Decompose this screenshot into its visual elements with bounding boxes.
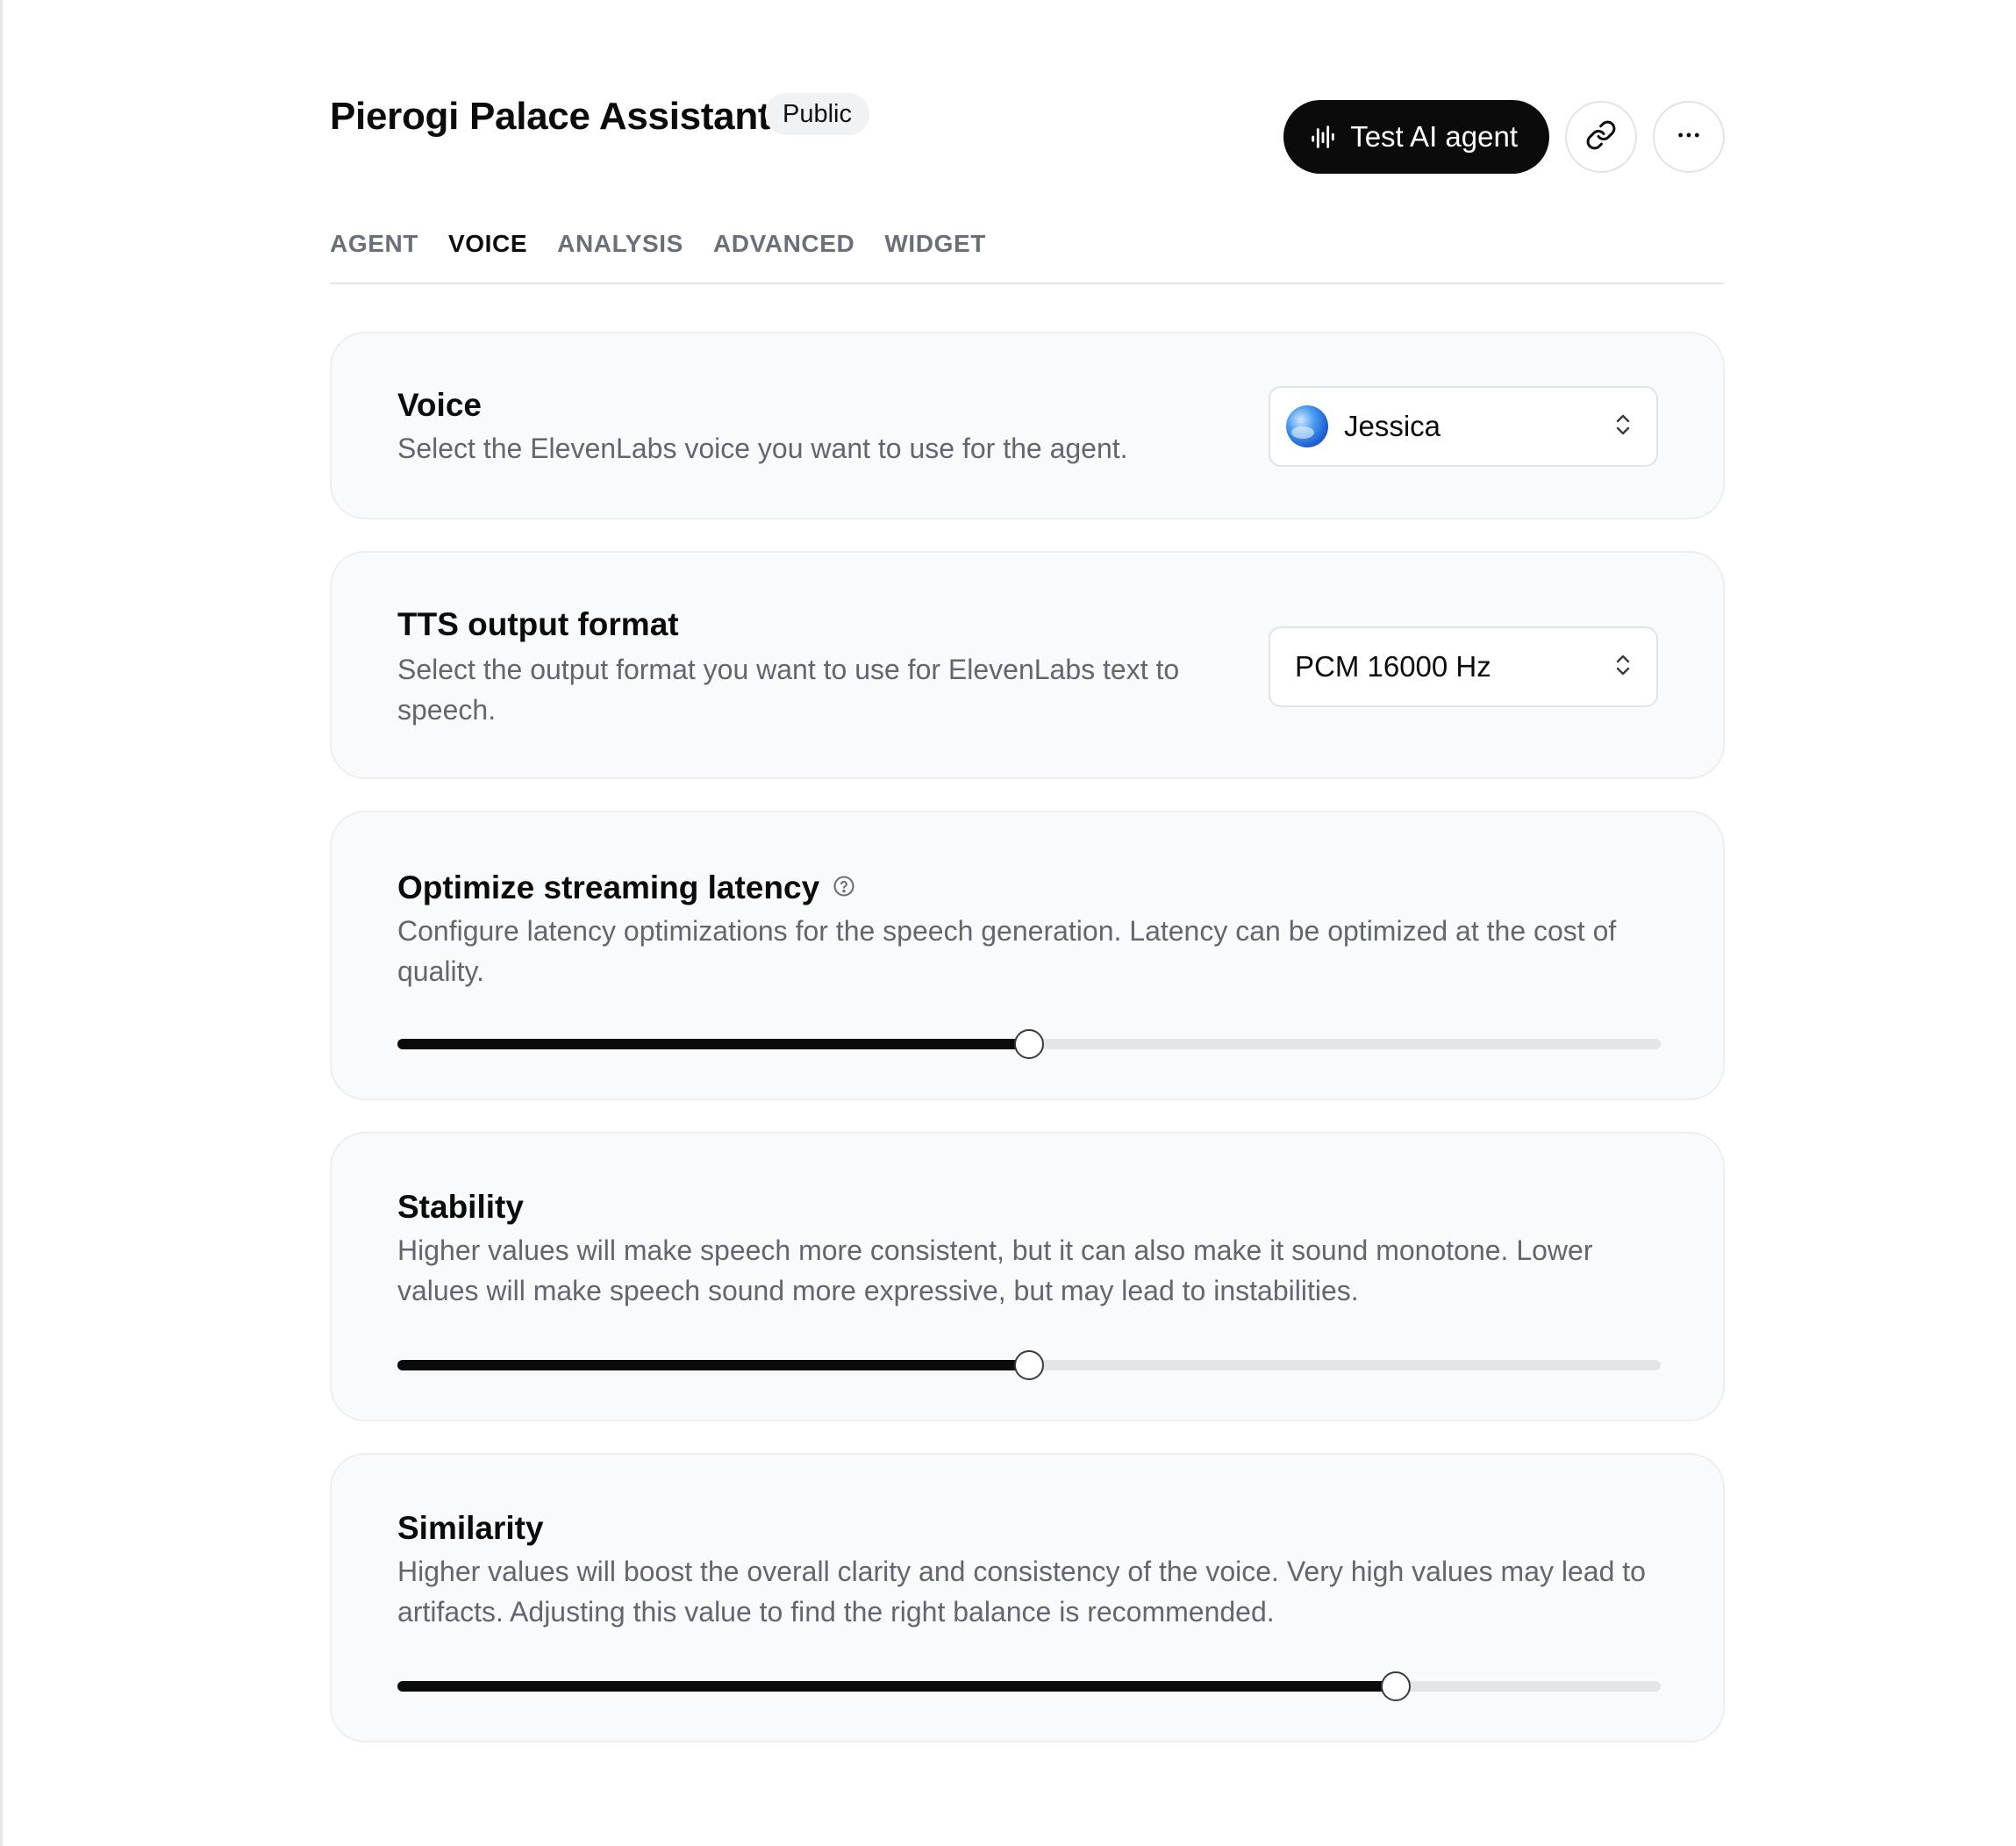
tts-title-text: TTS output format (397, 606, 679, 642)
stability-slider-thumb[interactable] (1014, 1350, 1044, 1380)
similarity-slider-fill (397, 1681, 1396, 1692)
more-icon (1675, 121, 1703, 154)
page-header: Pierogi Palace Assistant Public Test AI … (330, 88, 1725, 175)
similarity-slider-thumb[interactable] (1380, 1671, 1411, 1701)
latency-title: Optimize streaming latency (397, 867, 856, 909)
test-ai-agent-button[interactable]: Test AI agent (1283, 100, 1549, 174)
similarity-slider[interactable] (397, 1671, 1661, 1701)
tab-voice[interactable]: VOICE (448, 226, 527, 283)
tts-format-select[interactable]: PCM 16000 Hz (1269, 626, 1658, 707)
waveform-icon (1308, 122, 1338, 152)
tab-advanced[interactable]: ADVANCED (713, 226, 854, 283)
voice-card: Voice Select the ElevenLabs voice you wa… (330, 332, 1725, 519)
stability-card: Stability Higher values will make speech… (330, 1132, 1725, 1421)
similarity-description: Higher values will boost the overall cla… (397, 1556, 1646, 1628)
stability-title-text: Stability (397, 1189, 524, 1225)
tts-select-value: PCM 16000 Hz (1295, 650, 1491, 683)
latency-description: Configure latency optimizations for the … (397, 915, 1617, 987)
voice-avatar (1286, 405, 1328, 447)
voice-description: Select the ElevenLabs voice you want to … (397, 433, 1128, 464)
visibility-badge: Public (765, 93, 869, 135)
stability-slider[interactable] (397, 1350, 1661, 1380)
latency-card: Optimize streaming latency Configure lat… (330, 811, 1725, 1100)
stability-title: Stability (397, 1186, 524, 1228)
stability-slider-fill (397, 1360, 1029, 1370)
test-ai-agent-label: Test AI agent (1350, 120, 1518, 153)
voice-select-value: Jessica (1344, 410, 1441, 442)
copy-link-button[interactable] (1565, 101, 1637, 173)
chevron-up-down-icon (1612, 411, 1634, 442)
latency-slider-thumb[interactable] (1014, 1029, 1044, 1059)
tab-widget[interactable]: WIDGET (884, 226, 986, 283)
chevron-up-down-icon (1612, 652, 1634, 683)
tts-description: Select the output format you want to use… (397, 654, 1180, 726)
link-icon (1585, 119, 1617, 155)
page: Pierogi Palace Assistant Public Test AI … (0, 0, 2016, 1846)
similarity-title: Similarity (397, 1507, 544, 1549)
more-options-button[interactable] (1653, 101, 1725, 173)
tab-analysis[interactable]: ANALYSIS (557, 226, 683, 283)
latency-slider[interactable] (397, 1029, 1661, 1059)
voice-title: Voice (397, 384, 482, 426)
similarity-title-text: Similarity (397, 1510, 544, 1546)
voice-title-text: Voice (397, 387, 482, 423)
tab-agent[interactable]: AGENT (330, 226, 418, 283)
stability-description: Higher values will make speech more cons… (397, 1234, 1593, 1306)
help-circle-icon[interactable] (832, 867, 856, 909)
latency-title-text: Optimize streaming latency (397, 869, 820, 905)
similarity-card: Similarity Higher values will boost the … (330, 1453, 1725, 1742)
latency-slider-fill (397, 1039, 1029, 1049)
page-title: Pierogi Palace Assistant (330, 95, 771, 138)
settings-tabs: AGENT VOICE ANALYSIS ADVANCED WIDGET (330, 226, 1725, 284)
voice-select[interactable]: Jessica (1269, 386, 1658, 467)
tts-format-card: TTS output format Select the output form… (330, 551, 1725, 779)
header-actions: Test AI agent (1283, 100, 1725, 174)
tts-title: TTS output format (397, 604, 679, 646)
